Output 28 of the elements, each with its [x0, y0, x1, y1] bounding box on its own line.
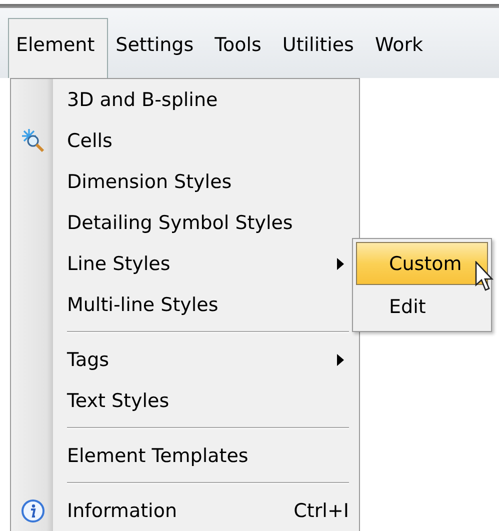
menu-item-label: Information: [67, 500, 177, 522]
menu-item[interactable]: 3D and B-spline: [11, 79, 359, 120]
menu-bar-item[interactable]: Work: [366, 18, 436, 78]
menu-item-label: Cells: [67, 130, 112, 152]
menu-item-label: Element Templates: [67, 444, 248, 466]
menu-item[interactable]: Line Styles: [11, 243, 359, 284]
menu-item-label: Dimension Styles: [67, 170, 232, 192]
submenu-item[interactable]: Custom: [356, 242, 488, 285]
menu-item[interactable]: Tags: [11, 339, 359, 380]
menu-item[interactable]: Text Styles: [11, 380, 359, 421]
menu-item-label: Detailing Symbol Styles: [67, 212, 293, 234]
shortcut-label: Ctrl+I: [294, 500, 349, 522]
menu-item[interactable]: Cells: [11, 120, 359, 161]
menu-item-label: Line Styles: [67, 252, 170, 274]
menu-item-label: Text Styles: [67, 390, 170, 412]
menu-bar-item[interactable]: Settings: [108, 18, 207, 78]
menu-bar-item[interactable]: Tools: [206, 18, 274, 78]
menu-bar-item[interactable]: Utilities: [274, 18, 367, 78]
menu-item[interactable]: Detailing Symbol Styles: [11, 202, 359, 243]
menu-item[interactable]: Information Ctrl+I: [11, 490, 359, 531]
sparkle-magnifier-icon: [21, 128, 45, 154]
menu-bar-item[interactable]: Element: [8, 18, 108, 78]
menu-item[interactable]: Element Templates: [11, 435, 359, 476]
menu-item-label: 3D and B-spline: [67, 88, 218, 110]
submenu-item[interactable]: Edit: [356, 285, 488, 328]
menu-item-label: Tags: [67, 348, 110, 370]
menu-item-label: Multi-line Styles: [67, 294, 218, 316]
menu-item[interactable]: Dimension Styles: [11, 161, 359, 202]
